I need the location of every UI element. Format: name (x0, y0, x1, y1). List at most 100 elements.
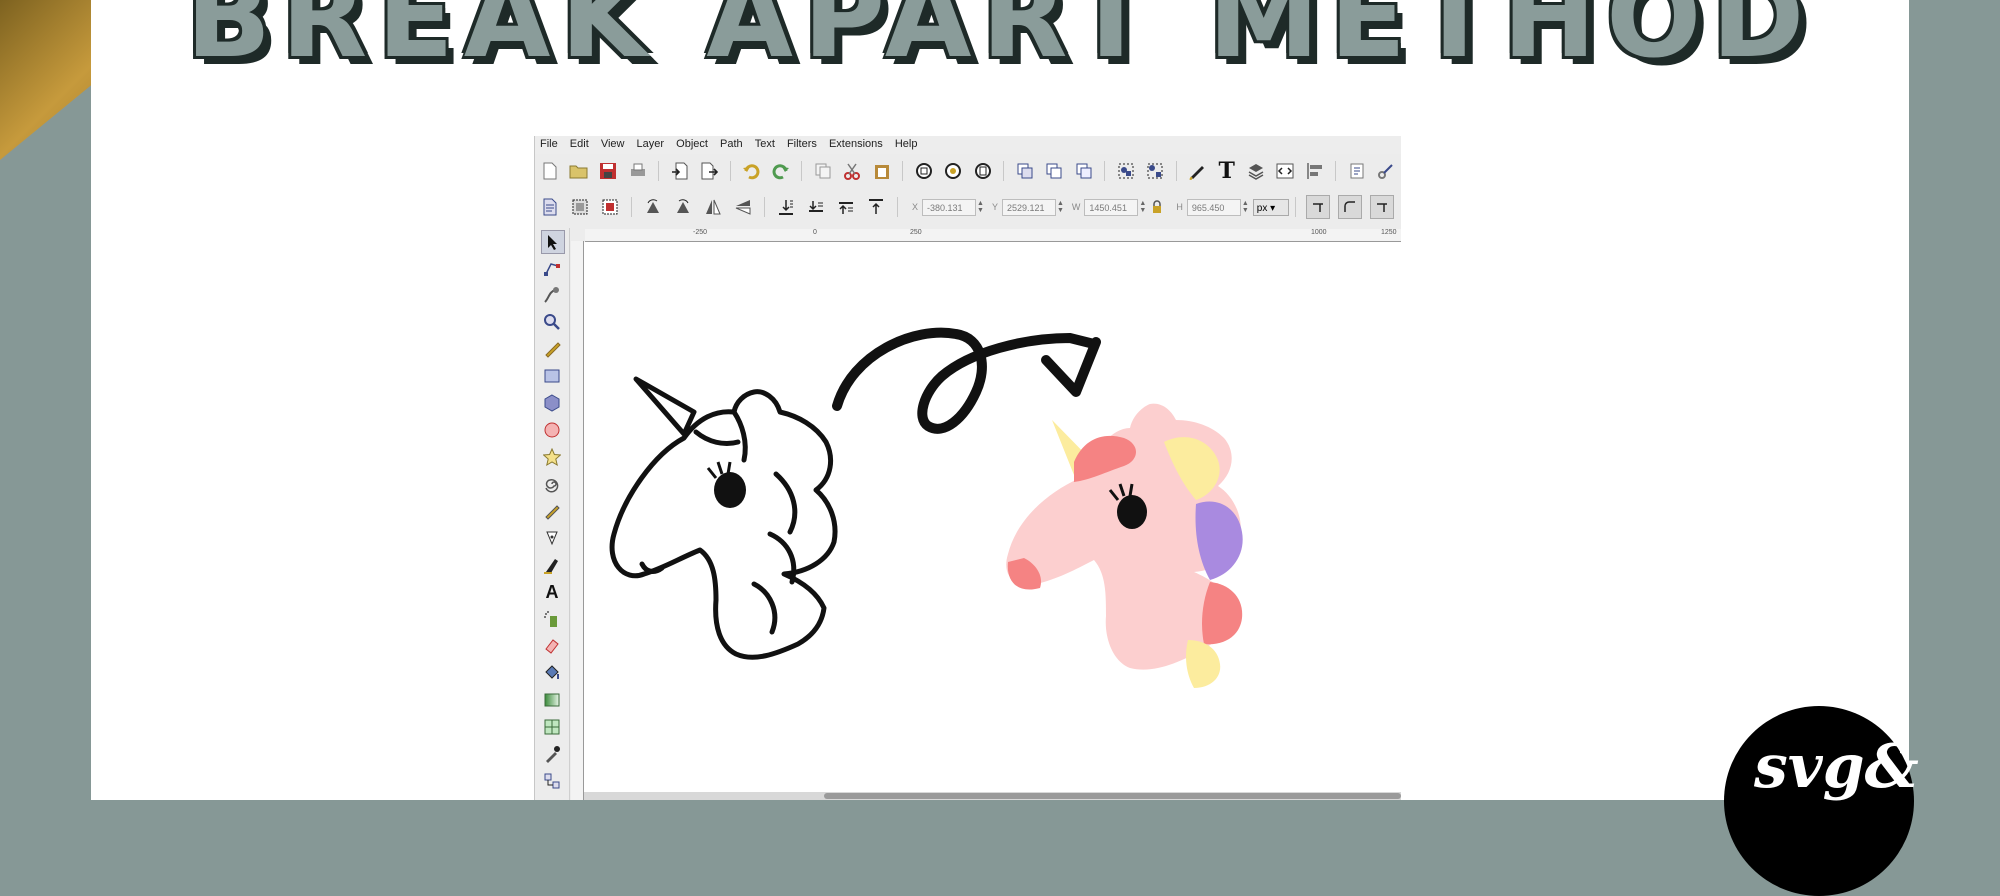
eraser-tool-icon[interactable] (541, 635, 563, 657)
3d-box-tool-icon[interactable] (541, 392, 563, 414)
save-icon[interactable] (598, 160, 619, 182)
spiral-tool-icon[interactable] (541, 473, 563, 495)
raise-to-top-icon[interactable] (865, 196, 887, 218)
new-document-icon[interactable] (539, 160, 560, 182)
y-input[interactable]: 2529.121 (1001, 198, 1056, 216)
selector-tool-icon[interactable] (541, 230, 565, 254)
group-icon[interactable] (1115, 160, 1136, 182)
brand-logo: svg& (1724, 706, 1919, 896)
fill-stroke-icon[interactable] (1187, 160, 1208, 182)
menu-extensions[interactable]: Extensions (824, 136, 887, 150)
ruler-label-1250: 1250 (1381, 229, 1397, 236)
outline-unicorn-eye (714, 472, 746, 508)
lower-icon[interactable] (805, 196, 827, 218)
y-spinner-icon[interactable]: ▲ ▼ (1057, 200, 1064, 214)
spray-tool-icon[interactable] (541, 608, 563, 630)
tweak-tool-icon[interactable] (541, 284, 563, 306)
open-folder-icon[interactable] (568, 160, 589, 182)
menu-layer[interactable]: Layer (632, 136, 669, 150)
drawing-canvas[interactable] (584, 242, 1401, 793)
dropper-tool-icon[interactable] (541, 743, 563, 765)
layers-icon[interactable] (1245, 160, 1266, 182)
node-tool-icon[interactable] (541, 257, 563, 279)
arrowhead-icon (1041, 337, 1101, 397)
rectangle-tool-icon[interactable] (541, 365, 563, 387)
h-spinner-icon[interactable]: ▲ ▼ (1242, 200, 1249, 214)
w-input[interactable]: 1450.451 (1084, 198, 1139, 216)
lock-ratio-icon[interactable] (1150, 196, 1164, 218)
menu-path[interactable]: Path (715, 136, 747, 150)
menu-bar: File Edit View Layer Object Path Text Fi… (535, 136, 1401, 154)
menu-object[interactable]: Object (671, 136, 712, 150)
unlink-clone-icon[interactable] (1073, 160, 1094, 182)
menu-text[interactable]: Text (750, 136, 779, 150)
scale-corners-icon[interactable] (1337, 195, 1362, 219)
star-tool-icon[interactable] (541, 446, 563, 468)
flip-vertical-icon[interactable] (732, 196, 754, 218)
cut-icon[interactable] (842, 160, 863, 182)
move-gradients-icon[interactable] (1369, 195, 1394, 219)
unit-select[interactable]: px ▾ (1252, 198, 1289, 216)
x-spinner-icon[interactable]: ▲ ▼ (977, 200, 984, 214)
export-icon[interactable] (699, 160, 720, 182)
h-input[interactable]: 965.450 (1186, 198, 1241, 216)
measure-tool-icon[interactable] (541, 338, 563, 360)
y-field: Y 2529.121 ▲ ▼ (992, 198, 1064, 216)
xml-editor-icon[interactable] (1275, 160, 1296, 182)
w-field: W 1450.451 ▲ ▼ (1071, 198, 1146, 216)
menu-edit[interactable]: Edit (565, 136, 593, 150)
paste-icon[interactable] (871, 160, 892, 182)
zoom-drawing-icon[interactable] (943, 160, 964, 182)
h-field: H 965.450 ▲ ▼ (1176, 198, 1249, 216)
zoom-selection-icon[interactable] (913, 160, 934, 182)
ruler-label-zero: 0 (813, 229, 817, 236)
select-all-icon[interactable] (539, 196, 561, 218)
redo-icon[interactable] (770, 160, 791, 182)
scrollbar-thumb[interactable] (824, 793, 1401, 799)
connector-tool-icon[interactable] (541, 770, 563, 792)
menu-view[interactable]: View (596, 136, 629, 150)
vertical-ruler (571, 241, 584, 800)
flip-horizontal-icon[interactable] (702, 196, 724, 218)
pen-tool-icon[interactable] (541, 527, 563, 549)
align-distribute-icon[interactable] (1304, 160, 1325, 182)
zoom-page-icon[interactable] (972, 160, 993, 182)
zoom-tool-icon[interactable] (541, 311, 563, 333)
menu-file[interactable]: File (535, 136, 562, 150)
import-icon[interactable] (669, 160, 690, 182)
document-properties-icon[interactable] (1376, 160, 1397, 182)
ungroup-icon[interactable] (1144, 160, 1165, 182)
calligraphy-tool-icon[interactable] (541, 554, 563, 576)
preferences-icon[interactable] (1346, 160, 1367, 182)
mesh-tool-icon[interactable] (541, 716, 563, 738)
rotate-cw-icon[interactable] (672, 196, 694, 218)
horizontal-scrollbar[interactable] (584, 792, 1401, 800)
select-all-layers-icon[interactable] (569, 196, 591, 218)
clone-icon[interactable] (1044, 160, 1065, 182)
pencil-tool-icon[interactable] (541, 500, 563, 522)
raise-icon[interactable] (835, 196, 857, 218)
rotate-ccw-icon[interactable] (642, 196, 664, 218)
gradient-tool-icon[interactable] (541, 689, 563, 711)
ellipse-tool-icon[interactable] (541, 419, 563, 441)
outline-unicorn[interactable] (609, 376, 838, 660)
w-spinner-icon[interactable]: ▲ ▼ (1139, 200, 1146, 214)
menu-help[interactable]: Help (890, 136, 922, 150)
undo-icon[interactable] (741, 160, 762, 182)
w-label: W (1071, 202, 1081, 212)
copy-icon[interactable] (812, 160, 833, 182)
print-icon[interactable] (627, 160, 648, 182)
paint-bucket-tool-icon[interactable] (541, 662, 563, 684)
text-tool-icon[interactable]: A (541, 581, 563, 603)
colored-unicorn[interactable] (1006, 403, 1243, 688)
unit-value: px (1256, 202, 1268, 214)
lower-to-bottom-icon[interactable] (775, 196, 797, 218)
x-input[interactable]: -380.131 (922, 198, 977, 216)
duplicate-icon[interactable] (1014, 160, 1035, 182)
text-font-icon[interactable]: T (1216, 158, 1237, 184)
menu-filters[interactable]: Filters (782, 136, 821, 150)
scale-stroke-icon[interactable] (1305, 195, 1330, 219)
x-label: X (912, 202, 919, 212)
horizontal-ruler: -250 0 250 1000 1250 (585, 229, 1401, 242)
invert-selection-icon[interactable] (599, 196, 621, 218)
